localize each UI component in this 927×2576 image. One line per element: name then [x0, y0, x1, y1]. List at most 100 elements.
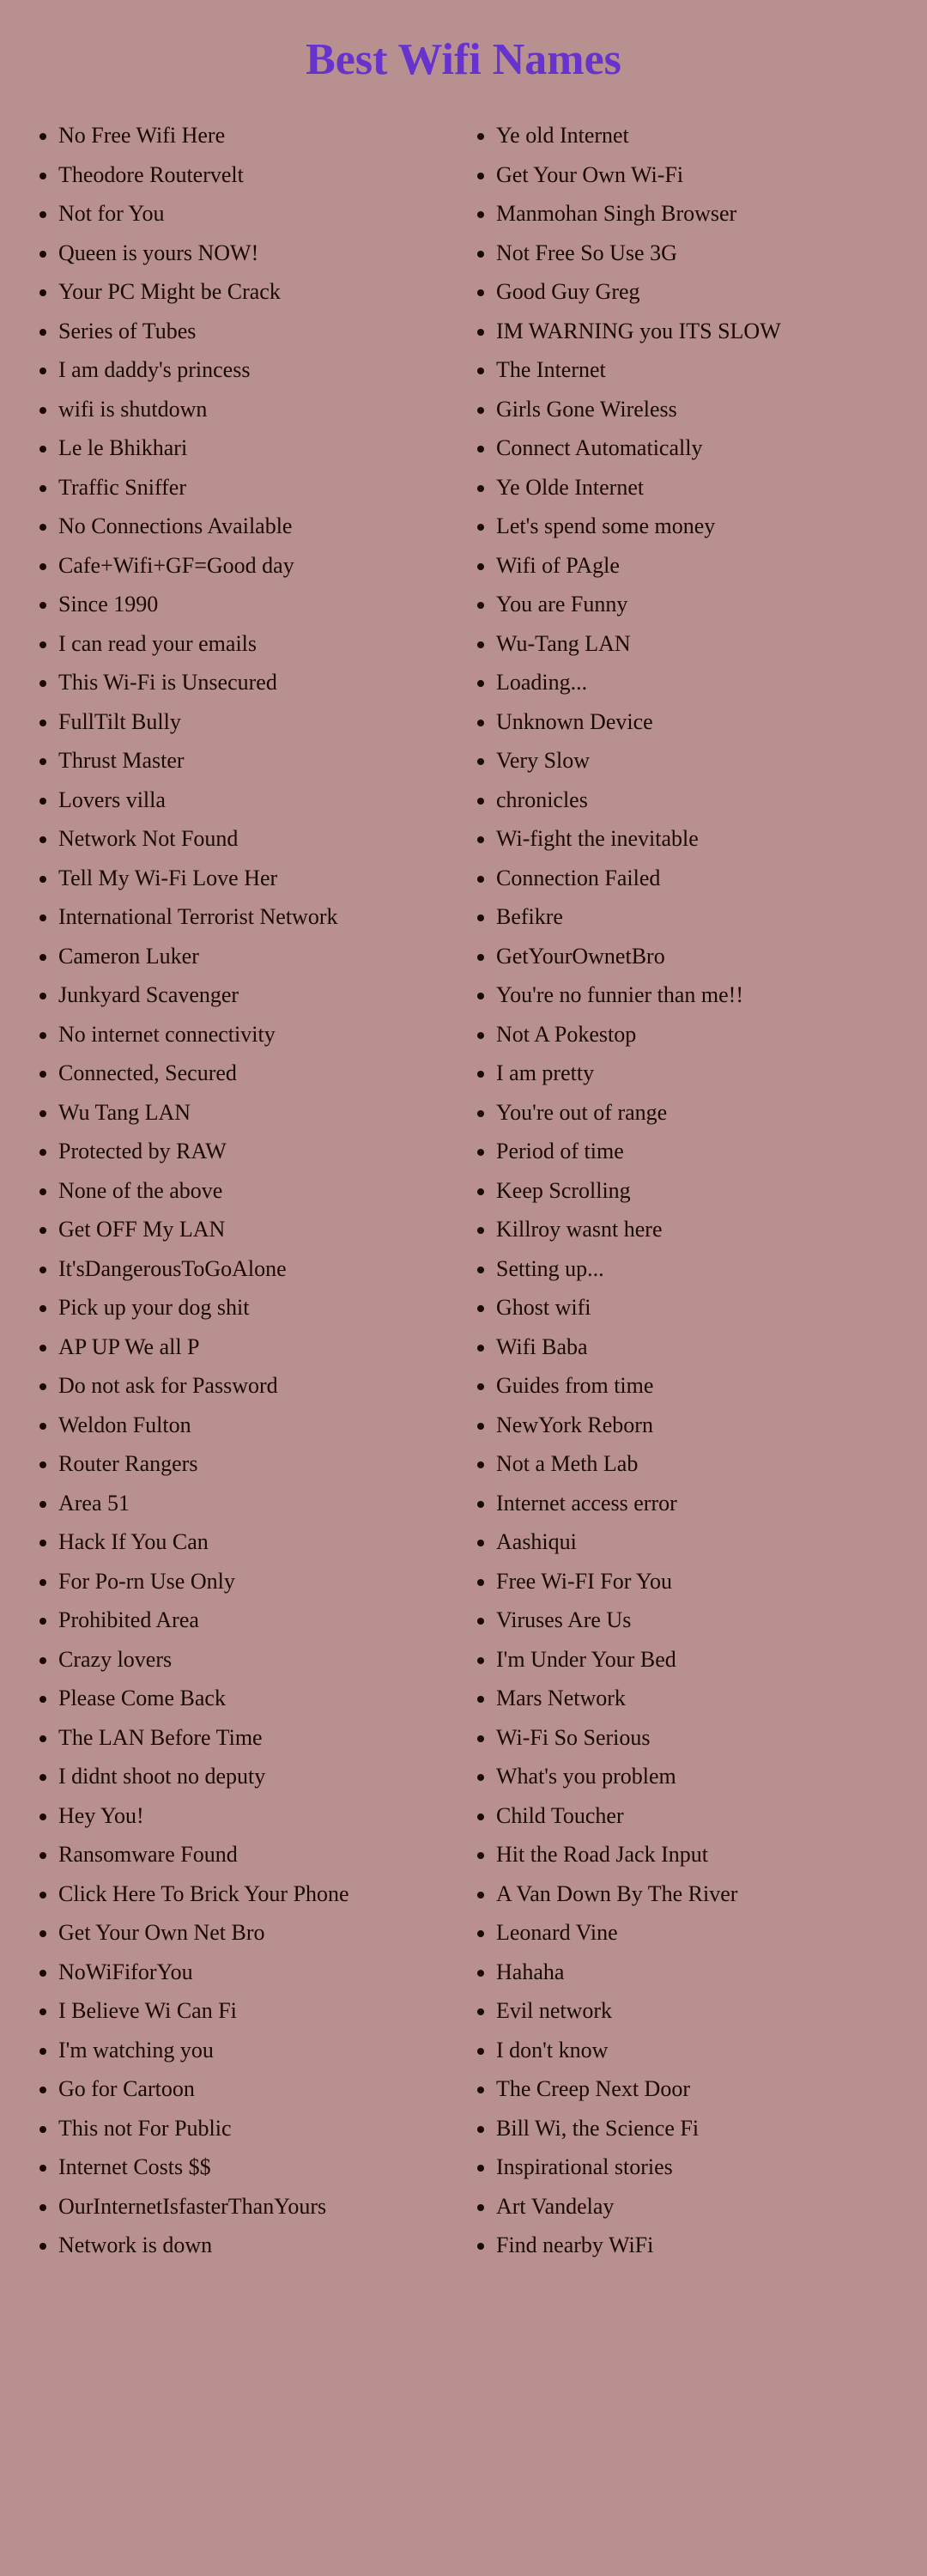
list-item: I'm Under Your Bed: [496, 1640, 893, 1680]
list-item: Not for You: [58, 194, 455, 234]
list-item: I'm watching you: [58, 2031, 455, 2070]
list-item: NoWiFiforYou: [58, 1953, 455, 1992]
page-title: Best Wifi Names: [26, 34, 901, 85]
list-item: Good Guy Greg: [496, 272, 893, 312]
list-item: FullTilt Bully: [58, 702, 455, 742]
list-item: chronicles: [496, 781, 893, 820]
list-item: Let's spend some money: [496, 507, 893, 546]
list-item: Series of Tubes: [58, 312, 455, 351]
list-item: I Believe Wi Can Fi: [58, 1991, 455, 2031]
list-item: This Wi-Fi is Unsecured: [58, 663, 455, 702]
list-item: Cameron Luker: [58, 937, 455, 976]
list-item: International Terrorist Network: [58, 897, 455, 937]
list-item: Wi-fight the inevitable: [496, 819, 893, 859]
list-item: Hack If You Can: [58, 1522, 455, 1562]
content-columns: No Free Wifi HereTheodore RouterveltNot …: [26, 116, 901, 2265]
list-item: Guides from time: [496, 1366, 893, 1406]
list-item: None of the above: [58, 1171, 455, 1211]
list-item: You are Funny: [496, 585, 893, 624]
list-item: Get OFF My LAN: [58, 1210, 455, 1249]
list-item: The Internet: [496, 350, 893, 390]
list-item: Queen is yours NOW!: [58, 234, 455, 273]
left-column: No Free Wifi HereTheodore RouterveltNot …: [26, 116, 464, 2265]
list-item: Not A Pokestop: [496, 1015, 893, 1054]
right-column: Ye old InternetGet Your Own Wi-FiManmoha…: [464, 116, 901, 2265]
list-item: Wifi of PAgle: [496, 546, 893, 586]
list-item: Router Rangers: [58, 1444, 455, 1484]
list-item: Hey You!: [58, 1796, 455, 1836]
list-item: Tell My Wi-Fi Love Her: [58, 859, 455, 898]
list-item: Mars Network: [496, 1679, 893, 1718]
list-item: Area 51: [58, 1484, 455, 1523]
list-item: It'sDangerousToGoAlone: [58, 1249, 455, 1289]
list-item: Traffic Sniffer: [58, 468, 455, 507]
list-item: Network Not Found: [58, 819, 455, 859]
list-item: Viruses Are Us: [496, 1601, 893, 1640]
list-item: Wu-Tang LAN: [496, 624, 893, 664]
list-item: Connected, Secured: [58, 1054, 455, 1093]
list-item: Ye old Internet: [496, 116, 893, 155]
list-item: Befikre: [496, 897, 893, 937]
list-item: Prohibited Area: [58, 1601, 455, 1640]
right-wifi-list: Ye old InternetGet Your Own Wi-FiManmoha…: [472, 116, 893, 2265]
list-item: Wu Tang LAN: [58, 1093, 455, 1133]
list-item: Not Free So Use 3G: [496, 234, 893, 273]
list-item: Since 1990: [58, 585, 455, 624]
list-item: Not a Meth Lab: [496, 1444, 893, 1484]
list-item: You're no funnier than me!!: [496, 975, 893, 1015]
list-item: Junkyard Scavenger: [58, 975, 455, 1015]
list-item: Click Here To Brick Your Phone: [58, 1874, 455, 1914]
list-item: Wifi Baba: [496, 1327, 893, 1367]
list-item: Connect Automatically: [496, 428, 893, 468]
list-item: Manmohan Singh Browser: [496, 194, 893, 234]
list-item: AP UP We all P: [58, 1327, 455, 1367]
list-item: Le le Bhikhari: [58, 428, 455, 468]
list-item: No internet connectivity: [58, 1015, 455, 1054]
list-item: Setting up...: [496, 1249, 893, 1289]
left-wifi-list: No Free Wifi HereTheodore RouterveltNot …: [34, 116, 455, 2265]
list-item: wifi is shutdown: [58, 390, 455, 429]
list-item: Very Slow: [496, 741, 893, 781]
list-item: You're out of range: [496, 1093, 893, 1133]
list-item: Internet Costs $$: [58, 2148, 455, 2187]
list-item: Theodore Routervelt: [58, 155, 455, 195]
list-item: Protected by RAW: [58, 1132, 455, 1171]
list-item: Ye Olde Internet: [496, 468, 893, 507]
list-item: Girls Gone Wireless: [496, 390, 893, 429]
list-item: GetYourOwnetBro: [496, 937, 893, 976]
list-item: Unknown Device: [496, 702, 893, 742]
list-item: Art Vandelay: [496, 2187, 893, 2227]
list-item: I am pretty: [496, 1054, 893, 1093]
list-item: For Po-rn Use Only: [58, 1562, 455, 1601]
list-item: Child Toucher: [496, 1796, 893, 1836]
list-item: This not For Public: [58, 2109, 455, 2148]
list-item: Go for Cartoon: [58, 2069, 455, 2109]
list-item: Killroy wasnt here: [496, 1210, 893, 1249]
list-item: Free Wi-FI For You: [496, 1562, 893, 1601]
list-item: Hit the Road Jack Input: [496, 1835, 893, 1874]
list-item: Period of time: [496, 1132, 893, 1171]
list-item: Get Your Own Net Bro: [58, 1913, 455, 1953]
list-item: Your PC Might be Crack: [58, 272, 455, 312]
list-item: Leonard Vine: [496, 1913, 893, 1953]
list-item: Cafe+Wifi+GF=Good day: [58, 546, 455, 586]
list-item: Wi-Fi So Serious: [496, 1718, 893, 1758]
list-item: No Free Wifi Here: [58, 116, 455, 155]
list-item: Connection Failed: [496, 859, 893, 898]
list-item: Keep Scrolling: [496, 1171, 893, 1211]
list-item: Inspirational stories: [496, 2148, 893, 2187]
list-item: Evil network: [496, 1991, 893, 2031]
list-item: Internet access error: [496, 1484, 893, 1523]
list-item: Hahaha: [496, 1953, 893, 1992]
list-item: I didnt shoot no deputy: [58, 1757, 455, 1796]
list-item: Pick up your dog shit: [58, 1288, 455, 1327]
list-item: I can read your emails: [58, 624, 455, 664]
list-item: Do not ask for Password: [58, 1366, 455, 1406]
list-item: Ransomware Found: [58, 1835, 455, 1874]
list-item: Ghost wifi: [496, 1288, 893, 1327]
list-item: Thrust Master: [58, 741, 455, 781]
list-item: Please Come Back: [58, 1679, 455, 1718]
list-item: No Connections Available: [58, 507, 455, 546]
list-item: A Van Down By The River: [496, 1874, 893, 1914]
list-item: The LAN Before Time: [58, 1718, 455, 1758]
